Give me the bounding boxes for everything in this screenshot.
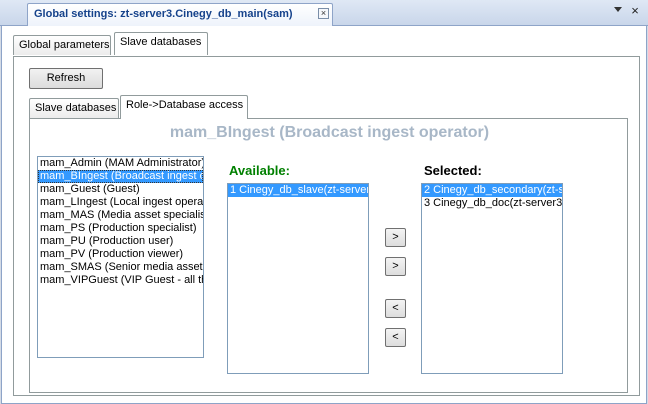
available-list[interactable]: 1 Cinegy_db_slave(zt-server3) [227, 183, 369, 374]
role-title: mam_BIngest (Broadcast ingest operator) [169, 124, 490, 141]
close-icon[interactable]: × [628, 3, 642, 19]
tab-close-icon[interactable]: × [318, 8, 329, 19]
selected-label: Selected: [424, 163, 482, 178]
tab-slave-databases[interactable]: Slave databases [114, 32, 208, 55]
add-button[interactable]: > [385, 228, 406, 247]
chevron-down-icon[interactable] [614, 7, 622, 12]
list-item[interactable]: mam_PU (Production user) [38, 235, 203, 248]
slave-databases-panel: Refresh Slave databases Role->Database a… [13, 56, 640, 396]
settings-content: Global parameters Slave databases Refres… [1, 26, 647, 404]
remove-all-button[interactable]: < [385, 328, 406, 347]
list-item[interactable]: mam_LIngest (Local ingest operator) [38, 196, 203, 209]
document-tab[interactable]: Global settings: zt-server3.Cinegy_db_ma… [27, 3, 333, 26]
list-item[interactable]: mam_Guest (Guest) [38, 183, 203, 196]
list-item[interactable]: 2 Cinegy_db_secondary(zt-server3) [422, 184, 562, 197]
subtab-slave-databases[interactable]: Slave databases [29, 98, 119, 118]
role-database-access-panel: mam_BIngest (Broadcast ingest operator) … [29, 118, 628, 393]
selected-list[interactable]: 2 Cinegy_db_secondary(zt-server3) 3 Cine… [421, 183, 563, 374]
list-item[interactable]: mam_PS (Production specialist) [38, 222, 203, 235]
list-item[interactable]: 1 Cinegy_db_slave(zt-server3) [228, 184, 368, 197]
list-item[interactable]: mam_VIPGuest (VIP Guest - all the rights… [38, 274, 203, 287]
available-label: Available: [229, 163, 290, 178]
list-item[interactable]: mam_MAS (Media asset specialist) [38, 209, 203, 222]
list-item[interactable]: mam_BIngest (Broadcast ingest operator) [38, 170, 203, 183]
roles-list[interactable]: mam_Admin (MAM Administrator) mam_BInges… [37, 156, 204, 358]
subtab-role-database-access[interactable]: Role->Database access [120, 95, 248, 119]
refresh-button[interactable]: Refresh [29, 68, 103, 89]
add-all-button[interactable]: > [385, 257, 406, 276]
list-item[interactable]: mam_PV (Production viewer) [38, 248, 203, 261]
document-tab-title: Global settings: zt-server3.Cinegy_db_ma… [34, 8, 293, 20]
list-item[interactable]: mam_SMAS (Senior media asset specialist) [38, 261, 203, 274]
list-item[interactable]: 3 Cinegy_db_doc(zt-server3) [422, 197, 562, 210]
document-tab-bar: Global settings: zt-server3.Cinegy_db_ma… [0, 0, 648, 26]
remove-button[interactable]: < [385, 299, 406, 318]
tab-global-parameters[interactable]: Global parameters [13, 35, 111, 55]
list-item[interactable]: mam_Admin (MAM Administrator) [38, 157, 203, 170]
